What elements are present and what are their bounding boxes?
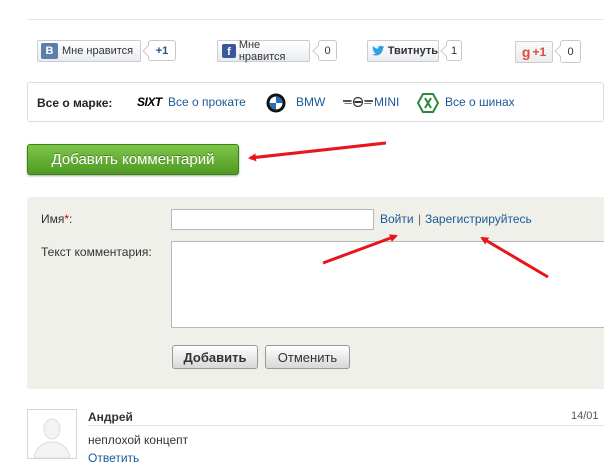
tweet-count: 1	[446, 40, 462, 61]
comment-text: неплохой концепт	[88, 433, 189, 447]
brand-link-bmw[interactable]: BMW	[296, 95, 325, 109]
auth-separator: |	[418, 212, 422, 226]
mini-logo-icon	[343, 97, 373, 107]
google-plus-count: 0	[560, 40, 581, 63]
bmw-logo-icon	[266, 93, 286, 113]
facebook-icon: f	[222, 44, 236, 58]
brand-bar-label: Все о марке:	[37, 96, 113, 110]
vk-like-label: Мне нравится	[62, 45, 134, 57]
login-link[interactable]: Войти	[380, 212, 414, 226]
submit-comment-button[interactable]: Добавить	[172, 345, 258, 369]
facebook-like-count: 0	[318, 40, 337, 61]
avatar	[27, 409, 77, 459]
brand-link-tyres[interactable]: Все о шинах	[445, 95, 515, 109]
top-divider	[27, 19, 604, 20]
vk-icon: В	[41, 43, 58, 59]
tyre-icon	[417, 93, 439, 113]
sixt-logo: SIXT	[137, 95, 162, 109]
comment-text-label: Текст комментария:	[41, 245, 152, 259]
facebook-like-button[interactable]: f Мне нравится	[217, 39, 310, 63]
vk-like-count: +1	[148, 40, 176, 61]
google-plus-label: +1	[532, 45, 547, 59]
vk-like-button[interactable]: В Мне нравится	[37, 40, 141, 62]
user-placeholder-icon	[33, 418, 71, 459]
comment-reply-link[interactable]: Ответить	[88, 451, 139, 465]
name-label: Имя*:	[41, 212, 73, 226]
google-plus-button[interactable]: g +1	[515, 41, 553, 63]
twitter-bird-icon	[372, 45, 385, 56]
name-input[interactable]	[171, 209, 374, 230]
brand-link-mini[interactable]: MINI	[374, 95, 399, 109]
tweet-button[interactable]: Твитнуть	[367, 40, 439, 62]
google-plus-icon: g	[521, 44, 531, 60]
comment-author: Андрей	[88, 410, 133, 424]
arrow-to-add-button	[248, 141, 387, 162]
tweet-label: Твитнуть	[387, 45, 438, 57]
comment-textarea[interactable]	[171, 241, 604, 328]
register-link[interactable]: Зарегистрируйтесь	[425, 212, 532, 226]
facebook-like-label: Мне нравится	[238, 39, 286, 63]
add-comment-button[interactable]: Добавить комментарий	[27, 144, 239, 175]
brand-link-rental[interactable]: Все о прокате	[168, 95, 246, 109]
comment-date: 14/01	[571, 410, 599, 422]
cancel-comment-button[interactable]: Отменить	[265, 345, 350, 369]
comment-divider	[88, 425, 604, 426]
